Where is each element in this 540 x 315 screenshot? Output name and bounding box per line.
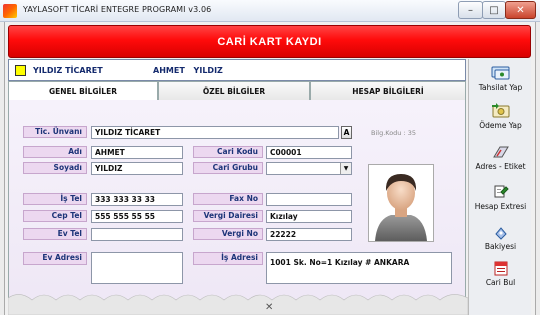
page-title: CARİ KART KAYDI bbox=[217, 36, 322, 48]
sidebar-item-label: Hesap Extresi bbox=[474, 202, 527, 211]
home-address-field[interactable] bbox=[91, 252, 183, 284]
mobile-phone-field[interactable]: 555 555 55 55 bbox=[91, 210, 183, 223]
first-name-label: Adı bbox=[23, 146, 87, 158]
work-address-label: İş Adresi bbox=[193, 252, 263, 265]
chevron-down-icon[interactable]: ▼ bbox=[340, 163, 351, 174]
sidebar-item-label: Bakiyesi bbox=[484, 242, 517, 251]
money-out-icon bbox=[491, 103, 509, 118]
sidebar-item-collect-payment[interactable]: Tahsilat Yap bbox=[469, 64, 532, 92]
work-phone-label: İş Tel bbox=[23, 193, 87, 205]
work-phone-field[interactable]: 333 333 33 33 bbox=[91, 193, 183, 206]
sidebar-item-find-customer[interactable]: Cari Bul bbox=[469, 259, 532, 287]
tab-general-info[interactable]: GENEL BİLGİLER bbox=[8, 81, 158, 101]
trade-name-label: Tic. Ünvanı bbox=[23, 126, 87, 138]
status-indicator-icon bbox=[15, 65, 26, 76]
decorative-wave-border: ✕ bbox=[8, 294, 468, 315]
tax-number-label: Vergi No bbox=[193, 228, 263, 240]
header-banner: CARİ KART KAYDI bbox=[8, 25, 531, 58]
tab-private-info[interactable]: ÖZEL BİLGİLER bbox=[158, 81, 310, 101]
tab-strip: GENEL BİLGİLER ÖZEL BİLGİLER HESAP BİLGİ… bbox=[8, 81, 466, 101]
summary-firm: YILDIZ TİCARET bbox=[33, 66, 103, 75]
customer-code-field[interactable]: C00001 bbox=[266, 146, 352, 159]
work-address-field[interactable]: 1001 Sk. No=1 Kızılay # ANKARA bbox=[266, 252, 452, 284]
money-in-icon bbox=[491, 66, 509, 80]
fax-label: Fax No bbox=[193, 193, 263, 205]
tax-office-field[interactable]: Kızılay bbox=[266, 210, 352, 223]
last-name-field[interactable]: YILDIZ bbox=[91, 162, 183, 175]
customer-group-label: Cari Grubu bbox=[193, 162, 263, 174]
tax-number-field[interactable]: 22222 bbox=[266, 228, 352, 241]
home-phone-label: Ev Tel bbox=[23, 228, 87, 240]
home-address-label: Ev Adresi bbox=[23, 252, 87, 265]
avatar-icon bbox=[375, 174, 427, 241]
info-code-text: Bilg.Kodu : 35 bbox=[371, 129, 417, 137]
trade-name-field[interactable]: YILDIZ TİCARET bbox=[91, 126, 339, 139]
action-sidebar: Tahsilat Yap Ödeme Yap Adres - Etiket He… bbox=[468, 59, 531, 315]
last-name-label: Soyadı bbox=[23, 162, 87, 174]
window-title: YAYLASOFT TİCARİ ENTEGRE PROGRAMI v3.06 bbox=[23, 5, 212, 14]
tab-account-info[interactable]: HESAP BİLGİLERİ bbox=[310, 81, 466, 101]
home-phone-field[interactable] bbox=[91, 228, 183, 241]
customer-group-select[interactable]: ▼ bbox=[266, 162, 352, 175]
sidebar-item-account-statement[interactable]: Hesap Extresi bbox=[469, 183, 532, 211]
sidebar-item-label: Ödeme Yap bbox=[479, 121, 522, 130]
account-statement-icon bbox=[494, 185, 509, 198]
sidebar-item-address-label[interactable]: Adres - Etiket bbox=[469, 143, 532, 171]
mobile-phone-label: Cep Tel bbox=[23, 210, 87, 222]
sidebar-item-label: Adres - Etiket bbox=[475, 162, 526, 171]
close-button[interactable]: ✕ bbox=[505, 1, 536, 19]
sidebar-item-label: Cari Bul bbox=[485, 278, 516, 287]
customer-code-label: Cari Kodu bbox=[193, 146, 263, 158]
first-name-field[interactable]: AHMET bbox=[91, 146, 183, 159]
trade-name-case-button[interactable]: A bbox=[341, 126, 352, 139]
sidebar-item-label: Tahsilat Yap bbox=[478, 83, 523, 92]
maximize-button[interactable]: □ bbox=[482, 1, 506, 19]
tax-office-label: Vergi Dairesi bbox=[193, 210, 263, 222]
customer-photo[interactable] bbox=[368, 164, 434, 242]
sidebar-item-make-payment[interactable]: Ödeme Yap bbox=[469, 102, 532, 130]
summary-bar: YILDIZ TİCARET AHMET YILDIZ bbox=[8, 59, 466, 81]
minimize-button[interactable]: – bbox=[458, 1, 483, 19]
summary-person: AHMET YILDIZ bbox=[153, 66, 223, 75]
footer-glyph: ✕ bbox=[265, 302, 273, 313]
address-label-icon bbox=[492, 146, 509, 158]
app-logo-icon bbox=[3, 4, 17, 18]
find-customer-icon bbox=[494, 261, 507, 276]
window-titlebar: YAYLASOFT TİCARİ ENTEGRE PROGRAMI v3.06 … bbox=[0, 0, 540, 22]
balance-icon bbox=[494, 227, 507, 240]
sidebar-item-balance[interactable]: Bakiyesi bbox=[469, 223, 532, 251]
fax-field[interactable] bbox=[266, 193, 352, 206]
